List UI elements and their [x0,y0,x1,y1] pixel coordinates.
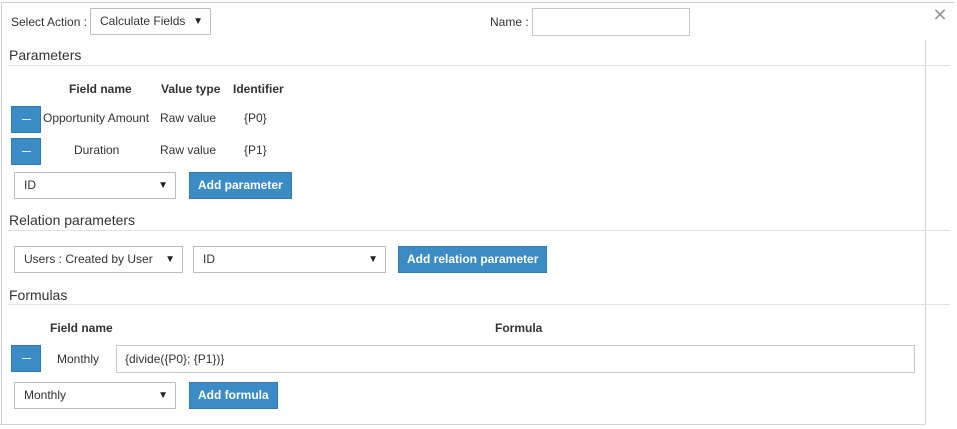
formula-field-name: Monthly [57,352,100,366]
add-relation-parameter-button[interactable]: Add relation parameter [398,246,548,273]
remove-parameter-button[interactable] [11,138,41,165]
formulas-col-field-name: Field name [50,321,113,335]
select-action-dropdown[interactable]: Calculate Fields ▼ [90,8,211,35]
add-parameter-field-select[interactable]: ID ▼ [14,172,176,199]
chevron-down-icon: ▼ [165,254,175,265]
remove-formula-button[interactable] [11,345,41,372]
chevron-down-icon: ▼ [158,390,168,401]
parameters-col-value-type: Value type [161,82,221,96]
relation-parameters-divider [8,230,950,231]
name-label: Name : [490,15,529,29]
relation-select[interactable]: Users : Created by User ▼ [14,246,183,273]
add-parameter-button[interactable]: Add parameter [189,172,292,199]
parameters-col-field-name: Field name [69,82,132,96]
parameter-value-type: Raw value [160,143,217,157]
formulas-title: Formulas [9,287,68,303]
parameters-title: Parameters [9,47,82,63]
relation-select-value: Users : Created by User [24,252,153,266]
chevron-down-icon: ▼ [158,180,168,191]
panel-bottom-border [0,424,926,425]
formula-input[interactable]: {divide({P0}; {P1})} [116,345,915,373]
add-formula-field-select[interactable]: Monthly ▼ [14,382,176,409]
parameter-value-type: Raw value [160,111,217,125]
panel-divider [925,40,926,425]
relation-field-value: ID [203,252,215,266]
select-action-value: Calculate Fields [100,14,186,28]
close-icon[interactable]: ✕ [931,6,949,24]
parameter-identifier: {P0} [244,111,267,125]
relation-field-select[interactable]: ID ▼ [193,246,386,273]
name-input[interactable] [532,8,690,36]
add-parameter-field-value: ID [24,178,36,192]
parameters-divider [8,65,950,66]
relation-parameters-title: Relation parameters [9,212,136,228]
add-formula-field-value: Monthly [24,388,67,402]
parameter-field-name: Opportunity Amount [43,111,150,125]
parameter-field-name: Duration [74,143,120,157]
add-formula-button[interactable]: Add formula [189,382,278,409]
formulas-divider [8,304,950,305]
parameters-col-identifier: Identifier [233,82,284,96]
remove-parameter-button[interactable] [11,106,41,133]
parameter-identifier: {P1} [244,143,267,157]
formulas-col-formula: Formula [495,321,543,335]
select-action-label: Select Action : [11,15,88,29]
chevron-down-icon: ▼ [193,16,203,27]
chevron-down-icon: ▼ [368,254,378,265]
